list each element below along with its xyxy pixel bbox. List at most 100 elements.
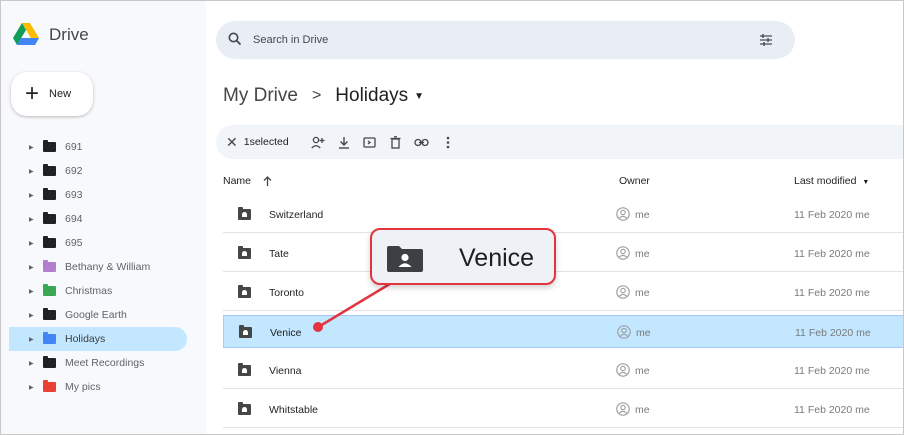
file-row[interactable]: Tate me 11 Feb 2020 me xyxy=(223,237,903,272)
shared-folder-icon xyxy=(238,285,251,298)
breadcrumb-my-drive[interactable]: My Drive xyxy=(223,85,298,107)
file-owner: me xyxy=(635,287,650,299)
expand-arrow-icon[interactable]: ▶ xyxy=(29,288,34,295)
file-row[interactable]: Toronto me 11 Feb 2020 me xyxy=(223,276,903,311)
sidebar-folder-label: 695 xyxy=(65,237,83,249)
expand-arrow-icon[interactable]: ▶ xyxy=(29,336,34,343)
file-row[interactable]: Whitstable me 11 Feb 2020 me xyxy=(223,393,903,428)
search-input[interactable]: Search in Drive xyxy=(253,34,328,46)
zoom-callout: Venice xyxy=(370,228,556,285)
expand-arrow-icon[interactable]: ▶ xyxy=(29,192,34,199)
file-owner: me xyxy=(635,248,650,260)
folder-icon xyxy=(43,332,56,344)
sidebar-folder-label: 691 xyxy=(65,141,83,153)
search-bar[interactable]: Search in Drive xyxy=(216,21,795,59)
sidebar-folder-item[interactable]: ▶ 692 xyxy=(1,159,191,183)
avatar-icon xyxy=(616,246,630,260)
more-options-icon[interactable] xyxy=(435,129,461,155)
sidebar-folder-label: 693 xyxy=(65,189,83,201)
callout-label: Venice xyxy=(459,244,535,272)
trash-icon[interactable] xyxy=(383,129,409,155)
sidebar-folder-label: Bethany & William xyxy=(65,261,151,273)
share-icon[interactable] xyxy=(305,129,331,155)
shared-folder-icon xyxy=(238,246,251,259)
file-name: Vienna xyxy=(269,365,302,377)
file-name: Venice xyxy=(270,327,302,339)
sidebar-folder-item[interactable]: ▶ Google Earth xyxy=(1,303,191,327)
sidebar: Drive + New ▶ 691 ▶ 692 ▶ 693 ▶ 694 ▶ 695 ▶ Bethany… xyxy=(1,1,206,434)
file-modified: 11 Feb 2020 me xyxy=(794,404,870,416)
shared-folder-icon xyxy=(238,363,251,376)
selection-toolbar: ✕ 1selected xyxy=(216,125,903,159)
column-header-modified[interactable]: Last modified ▼ xyxy=(794,175,869,187)
link-icon[interactable] xyxy=(409,129,435,155)
avatar-icon xyxy=(616,363,630,377)
folder-icon xyxy=(43,236,56,248)
selection-count: 1selected xyxy=(243,136,289,148)
sidebar-folder-item[interactable]: ▶ 694 xyxy=(1,207,191,231)
shared-folder-icon xyxy=(238,402,251,415)
expand-arrow-icon[interactable]: ▶ xyxy=(29,384,34,391)
search-icon[interactable] xyxy=(228,32,242,46)
column-header-owner[interactable]: Owner xyxy=(619,175,650,187)
column-modified-label: Last modified xyxy=(794,175,857,187)
sidebar-folder-item[interactable]: ▶ Holidays xyxy=(9,327,187,351)
new-button-label: New xyxy=(49,88,72,100)
file-row[interactable]: Switzerland me 11 Feb 2020 me xyxy=(223,198,903,233)
move-icon[interactable] xyxy=(357,129,383,155)
file-row[interactable]: Venice me 11 Feb 2020 me xyxy=(223,315,903,348)
drive-window: Drive + New ▶ 691 ▶ 692 ▶ 693 ▶ 694 ▶ 695 ▶ Bethany… xyxy=(0,0,904,435)
shared-folder-icon xyxy=(238,207,251,220)
drive-logo-icon xyxy=(13,23,39,45)
plus-icon: + xyxy=(25,80,40,107)
file-owner: me xyxy=(635,209,650,221)
column-header-name[interactable]: Name xyxy=(223,175,272,187)
folder-icon xyxy=(43,164,56,176)
sidebar-folder-label: Holidays xyxy=(65,333,106,345)
file-name: Switzerland xyxy=(269,209,324,221)
app-title: Drive xyxy=(49,24,89,44)
expand-arrow-icon[interactable]: ▶ xyxy=(29,216,34,223)
breadcrumb: My Drive > Holidays ▼ xyxy=(223,85,424,107)
chevron-down-icon[interactable]: ▼ xyxy=(414,91,424,102)
folder-icon xyxy=(43,188,56,200)
expand-arrow-icon[interactable]: ▶ xyxy=(29,168,34,175)
expand-arrow-icon[interactable]: ▶ xyxy=(29,360,34,367)
file-name: Toronto xyxy=(269,287,305,299)
folder-icon xyxy=(43,284,56,296)
sidebar-folder-item[interactable]: ▶ 693 xyxy=(1,183,191,207)
sidebar-folder-item[interactable]: ▶ Bethany & William xyxy=(1,255,191,279)
search-options-icon[interactable] xyxy=(759,33,773,47)
sidebar-folder-item[interactable]: ▶ Christmas xyxy=(1,279,191,303)
breadcrumb-separator: > xyxy=(311,87,322,104)
sidebar-folder-label: Google Earth xyxy=(65,309,127,321)
avatar-icon xyxy=(616,402,630,416)
breadcrumb-current[interactable]: Holidays xyxy=(335,85,408,107)
avatar-icon xyxy=(616,285,630,299)
file-modified: 11 Feb 2020 me xyxy=(794,287,870,299)
close-icon[interactable]: ✕ xyxy=(226,134,238,151)
file-modified: 11 Feb 2020 me xyxy=(795,327,871,339)
expand-arrow-icon[interactable]: ▶ xyxy=(29,144,34,151)
sidebar-folder-item[interactable]: ▶ 691 xyxy=(1,135,191,159)
app-logo[interactable]: Drive xyxy=(13,23,89,46)
expand-arrow-icon[interactable]: ▶ xyxy=(29,240,34,247)
sidebar-folder-item[interactable]: ▶ My pics xyxy=(1,375,191,399)
file-name: Whitstable xyxy=(269,404,319,416)
file-owner: me xyxy=(635,404,650,416)
expand-arrow-icon[interactable]: ▶ xyxy=(29,312,34,319)
chevron-down-icon: ▼ xyxy=(862,179,870,186)
folder-icon xyxy=(43,380,56,392)
new-button[interactable]: + New xyxy=(11,72,93,116)
sidebar-folder-item[interactable]: ▶ Meet Recordings xyxy=(1,351,191,375)
folder-icon xyxy=(43,140,56,152)
folder-icon xyxy=(43,212,56,224)
download-icon[interactable] xyxy=(331,129,357,155)
expand-arrow-icon[interactable]: ▶ xyxy=(29,264,34,271)
sidebar-folder-item[interactable]: ▶ 695 xyxy=(1,231,191,255)
sort-arrow-up-icon[interactable] xyxy=(263,176,272,186)
avatar-icon xyxy=(616,207,630,221)
file-row[interactable]: Vienna me 11 Feb 2020 me xyxy=(223,354,903,389)
file-modified: 11 Feb 2020 me xyxy=(794,365,870,377)
file-owner: me xyxy=(635,365,650,377)
